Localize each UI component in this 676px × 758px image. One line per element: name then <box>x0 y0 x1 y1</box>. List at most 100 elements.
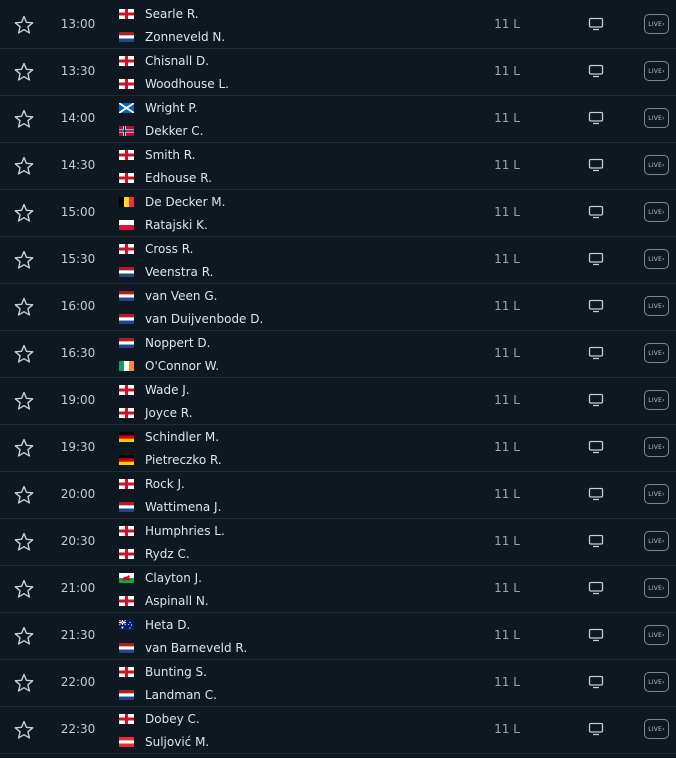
tv-icon[interactable] <box>588 346 604 360</box>
match-row[interactable]: 22:00 Bunting S. Landman C. 11 L LIVE› <box>0 660 676 707</box>
player-name: Aspinall N. <box>145 594 209 608</box>
player-p1: Bunting S. <box>119 664 207 680</box>
live-button[interactable]: LIVE› <box>644 719 669 739</box>
player-p2: van Barneveld R. <box>119 640 247 656</box>
star-icon[interactable] <box>13 61 35 83</box>
tv-icon[interactable] <box>588 628 604 642</box>
match-row[interactable]: 14:30 Smith R. Edhouse R. 11 L LIVE› <box>0 143 676 190</box>
star-icon[interactable] <box>13 531 35 553</box>
flag-icon <box>119 291 134 301</box>
player-p1: Clayton J. <box>119 570 202 586</box>
star-icon[interactable] <box>13 14 35 36</box>
star-icon[interactable] <box>13 202 35 224</box>
tv-icon[interactable] <box>588 252 604 266</box>
flag-icon <box>119 338 134 348</box>
live-button[interactable]: LIVE› <box>644 61 669 81</box>
star-icon[interactable] <box>13 578 35 600</box>
player-p1: Heta D. <box>119 617 190 633</box>
player-p1: Smith R. <box>119 147 196 163</box>
live-button[interactable]: LIVE› <box>644 531 669 551</box>
flag-icon <box>119 596 134 606</box>
star-icon[interactable] <box>13 484 35 506</box>
tv-icon[interactable] <box>588 64 604 78</box>
tv-icon[interactable] <box>588 393 604 407</box>
star-icon[interactable] <box>13 108 35 130</box>
match-row[interactable]: 13:30 Chisnall D. Woodhouse L. 11 L LIVE› <box>0 49 676 96</box>
player-p2: Dekker C. <box>119 123 203 139</box>
flag-icon <box>119 150 134 160</box>
tv-icon[interactable] <box>588 17 604 31</box>
tv-icon[interactable] <box>588 534 604 548</box>
match-format: 11 L <box>494 158 520 172</box>
star-icon[interactable] <box>13 296 35 318</box>
star-icon[interactable] <box>13 625 35 647</box>
star-icon[interactable] <box>13 249 35 271</box>
match-format: 11 L <box>494 487 520 501</box>
tv-icon[interactable] <box>588 675 604 689</box>
player-name: Veenstra R. <box>145 265 214 279</box>
player-name: Wright P. <box>145 101 198 115</box>
live-button[interactable]: LIVE› <box>644 155 669 175</box>
tv-icon[interactable] <box>588 440 604 454</box>
player-name: De Decker M. <box>145 195 226 209</box>
flag-icon <box>119 244 134 254</box>
match-row[interactable]: 19:30 Schindler M. Pietreczko R. 11 L LIVE› <box>0 425 676 472</box>
match-list: 13:00 Searle R. Zonneveld N. 11 L LIVE› 13:30… <box>0 2 676 754</box>
flag-icon <box>119 620 134 630</box>
match-time: 19:30 <box>60 440 96 454</box>
live-button[interactable]: LIVE› <box>644 108 669 128</box>
live-button[interactable]: LIVE› <box>644 625 669 645</box>
tv-icon[interactable] <box>588 111 604 125</box>
live-button[interactable]: LIVE› <box>644 437 669 457</box>
live-button[interactable]: LIVE› <box>644 390 669 410</box>
tv-icon[interactable] <box>588 158 604 172</box>
live-button[interactable]: LIVE› <box>644 484 669 504</box>
player-name: Wattimena J. <box>145 500 222 514</box>
match-row[interactable]: 16:00 van Veen G. van Duijvenbode D. 11 L LI… <box>0 284 676 331</box>
player-name: Humphries L. <box>145 524 225 538</box>
tv-icon[interactable] <box>588 205 604 219</box>
player-name: O'Connor W. <box>145 359 220 373</box>
star-icon[interactable] <box>13 437 35 459</box>
player-name: van Duijvenbode D. <box>145 312 264 326</box>
match-row[interactable]: 21:30 Heta D. van Barneveld R. 11 L LIVE› <box>0 613 676 660</box>
live-button[interactable]: LIVE› <box>644 578 669 598</box>
match-row[interactable]: 15:30 Cross R. Veenstra R. 11 L LIVE› <box>0 237 676 284</box>
tv-icon[interactable] <box>588 722 604 736</box>
match-row[interactable]: 21:00 Clayton J. Aspinall N. 11 L LIVE› <box>0 566 676 613</box>
match-row[interactable]: 22:30 Dobey C. Suljović M. 11 L LIVE› <box>0 707 676 754</box>
match-time: 20:30 <box>60 534 96 548</box>
match-row[interactable]: 16:30 Noppert D. O'Connor W. 11 L LIVE› <box>0 331 676 378</box>
player-p1: Wade J. <box>119 382 190 398</box>
match-row[interactable]: 14:00 Wright P. Dekker C. 11 L LIVE› <box>0 96 676 143</box>
flag-icon <box>119 9 134 19</box>
live-button[interactable]: LIVE› <box>644 672 669 692</box>
live-button[interactable]: LIVE› <box>644 14 669 34</box>
star-icon[interactable] <box>13 343 35 365</box>
tv-icon[interactable] <box>588 487 604 501</box>
tv-icon[interactable] <box>588 581 604 595</box>
star-icon[interactable] <box>13 155 35 177</box>
flag-icon <box>119 220 134 230</box>
match-row[interactable]: 15:00 De Decker M. Ratajski K. 11 L LIVE› <box>0 190 676 237</box>
match-format: 11 L <box>494 299 520 313</box>
match-format: 11 L <box>494 628 520 642</box>
match-row[interactable]: 19:00 Wade J. Joyce R. 11 L LIVE› <box>0 378 676 425</box>
player-p1: Rock J. <box>119 476 185 492</box>
live-button[interactable]: LIVE› <box>644 202 669 222</box>
match-row[interactable]: 20:30 Humphries L. Rydz C. 11 L LIVE› <box>0 519 676 566</box>
player-p2: Zonneveld N. <box>119 29 225 45</box>
player-p2: O'Connor W. <box>119 358 219 374</box>
player-name: Woodhouse L. <box>145 77 229 91</box>
player-name: Joyce R. <box>145 406 193 420</box>
live-button[interactable]: LIVE› <box>644 343 669 363</box>
star-icon[interactable] <box>13 672 35 694</box>
live-button[interactable]: LIVE› <box>644 249 669 269</box>
match-row[interactable]: 13:00 Searle R. Zonneveld N. 11 L LIVE› <box>0 2 676 49</box>
match-format: 11 L <box>494 252 520 266</box>
tv-icon[interactable] <box>588 299 604 313</box>
star-icon[interactable] <box>13 390 35 412</box>
live-button[interactable]: LIVE› <box>644 296 669 316</box>
star-icon[interactable] <box>13 719 35 741</box>
match-row[interactable]: 20:00 Rock J. Wattimena J. 11 L LIVE› <box>0 472 676 519</box>
